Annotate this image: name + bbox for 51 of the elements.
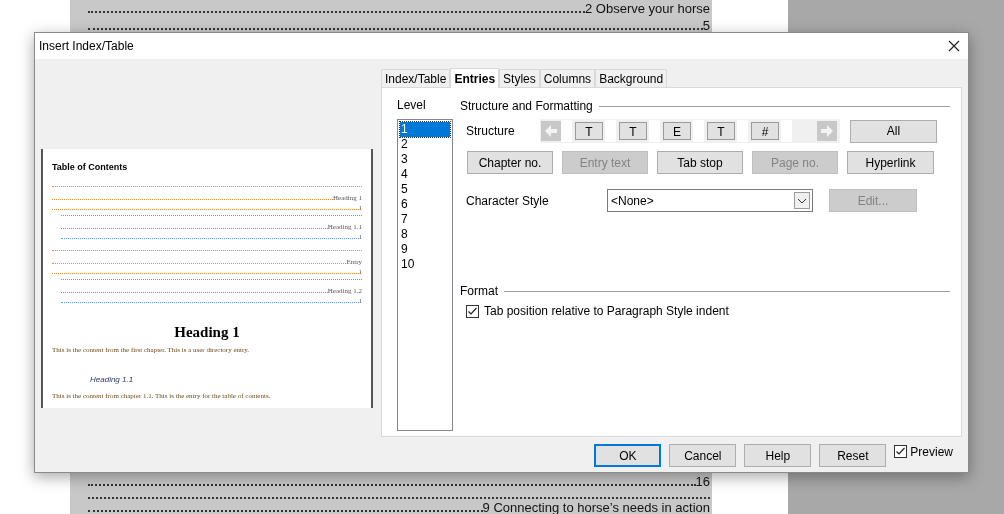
tab[interactable]: Columns [539, 69, 596, 87]
checkbox[interactable] [894, 445, 908, 458]
dialog-button[interactable]: Reset [819, 444, 887, 467]
tab[interactable]: Styles [499, 69, 540, 87]
tab[interactable]: Index/Table [381, 69, 451, 87]
list-item[interactable]: 2 [400, 137, 450, 152]
list-item[interactable]: 10 [400, 257, 450, 272]
structure-label: Structure [466, 123, 516, 140]
dialog-button[interactable]: OK [594, 444, 662, 467]
checkbox-label: Tab position relative to Paragraph Style indent [484, 303, 729, 320]
window-title: Insert Index/Table [39, 38, 134, 55]
preview-heading: Heading 1 [174, 322, 240, 342]
structure-token[interactable]: T [619, 122, 647, 140]
section-heading: Structure and Formatting [460, 98, 593, 115]
all-button[interactable]: All [850, 119, 937, 143]
section-heading: Format [460, 283, 498, 300]
list-item[interactable]: 9 [400, 242, 450, 257]
dialog-button[interactable]: Help [744, 444, 812, 467]
level-list[interactable]: 1 2 3 4 5 6 7 8 9 10 [397, 119, 453, 431]
toc-entry-text: 16 [695, 475, 710, 488]
character-style-label: Character Style [466, 192, 550, 210]
list-item[interactable]: 3 [400, 152, 450, 167]
toc-entry-text: 2 Observe your horse [585, 2, 710, 15]
list-item[interactable]: 7 [400, 212, 450, 227]
list-item[interactable]: 5 [400, 182, 450, 197]
insert-button[interactable]: Hyperlink [847, 151, 934, 174]
chevron-down-icon [794, 192, 810, 209]
toc-entry-text: 5 [702, 19, 710, 32]
structure-token[interactable]: # [751, 122, 779, 140]
structure-token[interactable]: T [707, 122, 735, 140]
insert-button[interactable]: Tab stop [657, 151, 743, 174]
close-icon[interactable] [948, 40, 960, 52]
entry-slot[interactable] [561, 120, 573, 142]
list-item[interactable]: 4 [400, 167, 450, 182]
insert-button[interactable]: Chapter no. [467, 151, 553, 174]
checkbox-label: Preview [910, 443, 953, 461]
checkbox[interactable] [466, 304, 479, 318]
preview-title: Table of Contents [52, 161, 129, 174]
structure-editor[interactable]: T T E T # [540, 119, 840, 143]
tab[interactable]: Entries [450, 68, 500, 88]
dialog-button[interactable]: Cancel [669, 444, 737, 467]
level-label: Level [397, 97, 427, 114]
list-item[interactable]: 1 [400, 122, 450, 137]
toc-entry-text: 9 Connecting to horse’s needs in action [482, 501, 710, 514]
preview-subheading: Heading 1.1 [90, 373, 135, 386]
tab[interactable]: Background [595, 69, 668, 87]
list-item[interactable]: 8 [400, 227, 450, 242]
structure-token[interactable]: E [663, 122, 691, 140]
structure-token[interactable]: T [575, 122, 603, 140]
character-style-dropdown[interactable]: <None> [607, 189, 813, 212]
list-item[interactable]: 6 [400, 197, 450, 212]
